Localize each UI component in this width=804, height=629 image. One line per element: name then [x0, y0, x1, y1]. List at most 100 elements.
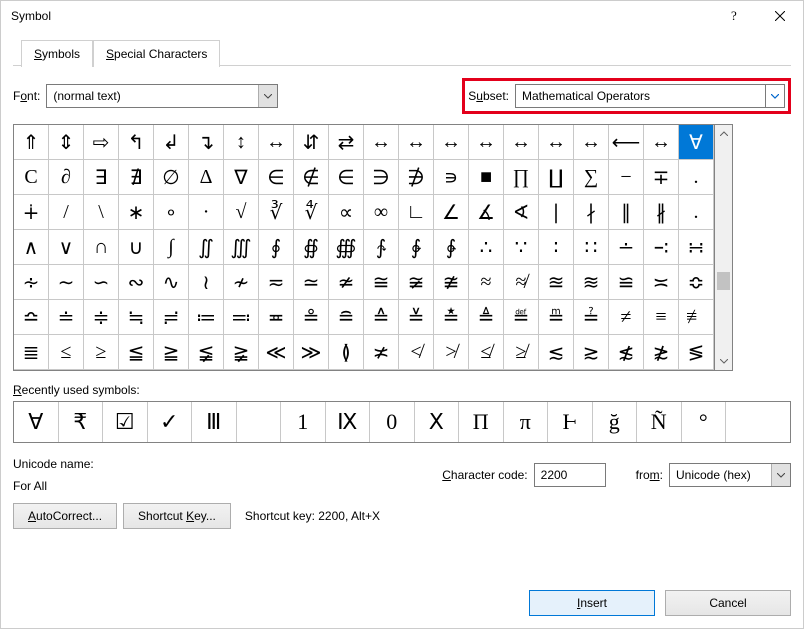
symbol-cell[interactable]: ↔: [644, 125, 679, 160]
symbol-cell[interactable]: ↔: [399, 125, 434, 160]
symbol-cell[interactable]: ∇: [224, 160, 259, 195]
symbol-cell[interactable]: ≝: [504, 300, 539, 335]
symbol-cell[interactable]: ≄: [329, 265, 364, 300]
symbol-cell[interactable]: ≥: [84, 335, 119, 370]
symbol-cell[interactable]: ∾: [119, 265, 154, 300]
symbol-cell[interactable]: ≙: [364, 300, 399, 335]
symbol-cell[interactable]: ↔: [574, 125, 609, 160]
symbol-cell[interactable]: ∧: [14, 230, 49, 265]
symbol-cell[interactable]: ≅: [364, 265, 399, 300]
symbol-cell[interactable]: ≮: [399, 335, 434, 370]
recent-symbol-cell[interactable]: ğ: [593, 402, 638, 442]
symbol-cell[interactable]: ∅: [154, 160, 189, 195]
symbol-cell[interactable]: ≉: [504, 265, 539, 300]
symbol-cell[interactable]: ∱: [364, 230, 399, 265]
recent-symbol-cell[interactable]: Ñ: [637, 402, 682, 442]
symbol-cell[interactable]: ∻: [14, 265, 49, 300]
symbol-cell[interactable]: ≤: [49, 335, 84, 370]
symbol-cell[interactable]: ≨: [189, 335, 224, 370]
symbol-cell[interactable]: ∀: [679, 125, 714, 160]
symbol-cell[interactable]: ∠: [434, 195, 469, 230]
symbol-cell[interactable]: ≶: [679, 335, 714, 370]
symbol-cell[interactable]: ↕: [224, 125, 259, 160]
symbol-cell[interactable]: ∲: [399, 230, 434, 265]
symbol-cell[interactable]: ∭: [224, 230, 259, 265]
symbol-cell[interactable]: ↔: [469, 125, 504, 160]
symbol-cell[interactable]: ≳: [574, 335, 609, 370]
symbol-cell[interactable]: ∛: [259, 195, 294, 230]
symbol-cell[interactable]: C: [14, 160, 49, 195]
symbol-cell[interactable]: ∤: [574, 195, 609, 230]
symbol-cell[interactable]: ≢: [679, 300, 714, 335]
symbol-cell[interactable]: ≑: [84, 300, 119, 335]
recent-symbol-cell[interactable]: ∀: [14, 402, 59, 442]
symbol-cell[interactable]: ≦: [119, 335, 154, 370]
from-combo[interactable]: Unicode (hex): [669, 463, 791, 487]
symbol-cell[interactable]: ∋: [364, 160, 399, 195]
symbol-cell[interactable]: ∑: [574, 160, 609, 195]
symbol-cell[interactable]: ∹: [644, 230, 679, 265]
symbol-cell[interactable]: ↔: [259, 125, 294, 160]
symbol-cell[interactable]: ↴: [189, 125, 224, 160]
symbol-cell[interactable]: ≞: [539, 300, 574, 335]
symbol-cell[interactable]: ∜: [294, 195, 329, 230]
symbol-cell[interactable]: ≋: [574, 265, 609, 300]
symbol-cell[interactable]: ≬: [329, 335, 364, 370]
symbol-cell[interactable]: ■: [469, 160, 504, 195]
symbol-cell[interactable]: ≂: [259, 265, 294, 300]
symbol-cell[interactable]: ≐: [49, 300, 84, 335]
symbol-cell[interactable]: ≧: [154, 335, 189, 370]
recent-symbol-cell[interactable]: Π: [459, 402, 504, 442]
symbol-cell[interactable]: ≱: [504, 335, 539, 370]
symbol-cell[interactable]: ≵: [644, 335, 679, 370]
symbol-cell[interactable]: ≲: [539, 335, 574, 370]
symbol-cell[interactable]: ≩: [224, 335, 259, 370]
symbol-cell[interactable]: ∳: [434, 230, 469, 265]
help-button[interactable]: ?: [711, 1, 757, 31]
symbol-cell[interactable]: ∺: [679, 230, 714, 265]
symbol-cell[interactable]: ∝: [329, 195, 364, 230]
symbol-cell[interactable]: √: [224, 195, 259, 230]
symbol-cell[interactable]: ∶: [539, 230, 574, 265]
symbol-cell[interactable]: ⇑: [14, 125, 49, 160]
symbol-cell[interactable]: ≓: [154, 300, 189, 335]
symbol-cell[interactable]: ∗: [119, 195, 154, 230]
symbol-cell[interactable]: ∓: [644, 160, 679, 195]
autocorrect-button[interactable]: AutoCorrect...: [13, 503, 117, 529]
symbol-cell[interactable]: −: [609, 160, 644, 195]
recent-symbol-cell[interactable]: Ⱶ: [548, 402, 593, 442]
scroll-down-icon[interactable]: [715, 353, 732, 370]
recent-symbol-cell[interactable]: ✓: [148, 402, 193, 442]
symbol-cell[interactable]: ∫: [154, 230, 189, 265]
symbol-cell[interactable]: ≠: [609, 300, 644, 335]
symbol-cell[interactable]: ≘: [329, 300, 364, 335]
symbol-cell[interactable]: ∃: [84, 160, 119, 195]
symbol-cell[interactable]: .: [679, 160, 714, 195]
symbol-cell[interactable]: ∸: [609, 230, 644, 265]
recent-symbol-cell[interactable]: ₹: [59, 402, 104, 442]
symbol-cell[interactable]: ∢: [504, 195, 539, 230]
symbol-cell[interactable]: ∵: [504, 230, 539, 265]
recent-symbol-cell[interactable]: 0: [370, 402, 415, 442]
symbol-cell[interactable]: ↔: [504, 125, 539, 160]
symbol-cell[interactable]: ∍: [434, 160, 469, 195]
symbol-cell[interactable]: ≰: [469, 335, 504, 370]
symbol-cell[interactable]: ∔: [14, 195, 49, 230]
symbol-cell[interactable]: ∼: [49, 265, 84, 300]
symbol-cell[interactable]: \: [84, 195, 119, 230]
symbol-cell[interactable]: /: [49, 195, 84, 230]
symbol-cell[interactable]: ↰: [119, 125, 154, 160]
symbol-cell[interactable]: ≌: [609, 265, 644, 300]
symbol-cell[interactable]: ≣: [14, 335, 49, 370]
symbol-cell[interactable]: ∌: [399, 160, 434, 195]
symbol-cell[interactable]: ∴: [469, 230, 504, 265]
symbol-cell[interactable]: ≏: [14, 300, 49, 335]
font-combo[interactable]: (normal text): [46, 84, 278, 108]
symbol-cell[interactable]: ∂: [49, 160, 84, 195]
chevron-down-icon[interactable]: [771, 464, 790, 486]
symbol-cell[interactable]: ≇: [434, 265, 469, 300]
symbol-cell[interactable]: ≔: [189, 300, 224, 335]
symbol-cell[interactable]: ∮: [259, 230, 294, 265]
tab-symbols[interactable]: SSymbolsymbols: [21, 40, 93, 67]
symbol-cell[interactable]: ⇨: [84, 125, 119, 160]
